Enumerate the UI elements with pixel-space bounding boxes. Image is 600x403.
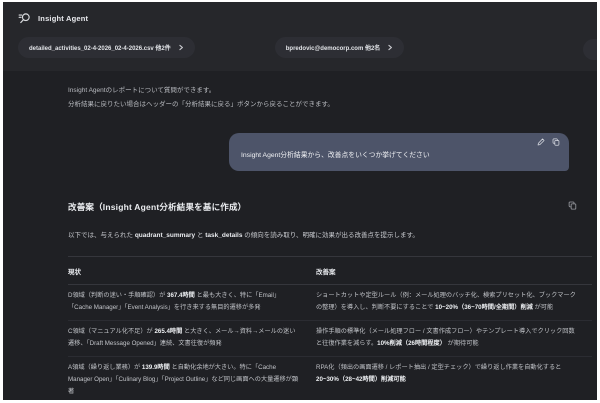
table-header-row: 現状 改善案 (68, 257, 592, 285)
intro-note: Insight Agentのレポートについて質問ができます。 分析結果に戻りたい… (68, 84, 577, 112)
lead-term-1: quadrant_summary (135, 232, 195, 239)
files-pill[interactable]: detailed_activities_02-4-2026_02-4-2026.… (18, 37, 195, 58)
table-cell-proposal: RPA化（頻出の画面遷移 / レポート抽出 / 定型チェック）で繰り返し作業を自… (316, 362, 592, 398)
improvement-table-body: D領域（判断の迷い・手順確認）が 367.4時間 と最も大きく、特に「Email… (68, 285, 592, 400)
user-message-text: Insight Agent分析結果から、改善点をいくつか挙げてください (241, 150, 560, 162)
files-pill-label: detailed_activities_02-4-2026_02-4-2026.… (29, 43, 171, 52)
table-header-proposal: 改善案 (316, 266, 592, 276)
reply-lead: 以下では、与えられた quadrant_summary と task_detai… (68, 230, 577, 241)
chevron-right-icon (178, 44, 184, 51)
context-pills-row: detailed_activities_02-4-2026_02-4-2026.… (18, 37, 597, 58)
table-row: C領域（マニュアル化不足）が 265.4時間 と大きく、メール→資料→メールの迷… (68, 321, 592, 357)
table-row: D領域（判断の迷い・手順確認）が 367.4時間 と最も大きく、特に「Email… (68, 285, 592, 321)
table-cell-current: A領域（繰り返し業務）が 139.9時間 と自動化余地が大きい。特に「Cache… (68, 362, 316, 398)
lead-middle: と (195, 232, 205, 239)
overflow-pill[interactable] (583, 39, 597, 60)
table-header-current: 現状 (68, 266, 316, 276)
copy-icon[interactable] (568, 201, 577, 210)
user-message-actions (537, 138, 560, 146)
table-cell-proposal: 操作手順の標準化（メール処理フロー / 文書作成フロー）やテンプレート導入でクリ… (316, 326, 592, 350)
lead-suffix: の傾向を読み取り、明確に効果が出る改善点を提示します。 (242, 232, 418, 239)
user-message-row: Insight Agent分析結果から、改善点をいくつか挙げてください (68, 133, 569, 171)
table-row: A領域（繰り返し業務）が 139.9時間 と自動化余地が大きい。特に「Cache… (68, 357, 592, 400)
recipients-pill-label: bpredovic@democorp.com 他2名 (286, 43, 381, 52)
app-title: Insight Agent (38, 14, 88, 23)
chat-content: Insight Agentのレポートについて質問ができます。 分析結果に戻りたい… (3, 84, 597, 400)
intro-line-2: 分析結果に戻りたい場合はヘッダーの「分析結果に戻る」ボタンから戻ることができます… (68, 98, 577, 112)
title-row: Insight Agent (18, 12, 597, 25)
improvement-table: 現状 改善案 D領域（判断の迷い・手順確認）が 367.4時間 と最も大きく、特… (68, 257, 592, 400)
lead-prefix: 以下では、与えられた (68, 232, 135, 239)
lead-term-2: task_details (205, 232, 242, 239)
reply-heading-row: 改善案（Insight Agent分析結果を基に作成） (68, 201, 577, 213)
insight-agent-icon (18, 12, 31, 25)
table-cell-current: D領域（判断の迷い・手順確認）が 367.4時間 と最も大きく、特に「Email… (68, 290, 316, 314)
table-cell-proposal: ショートカットや定型ルール（例：メール処理のバッチ化、検索プリセット化、ブックマ… (316, 290, 592, 314)
edit-icon[interactable] (537, 138, 545, 146)
user-message-bubble: Insight Agent分析結果から、改善点をいくつか挙げてください (229, 133, 569, 171)
intro-line-1: Insight Agentのレポートについて質問ができます。 (68, 84, 577, 98)
screenshot-page: Insight Agent detailed_activities_02-4-2… (0, 0, 600, 403)
app-header: Insight Agent detailed_activities_02-4-2… (3, 2, 597, 71)
table-cell-current: C領域（マニュアル化不足）が 265.4時間 と大きく、メール→資料→メールの迷… (68, 326, 316, 350)
copy-icon[interactable] (552, 138, 560, 146)
reply-heading: 改善案（Insight Agent分析結果を基に作成） (68, 201, 246, 213)
recipients-pill[interactable]: bpredovic@democorp.com 他2名 (275, 37, 405, 58)
chevron-right-icon (387, 44, 393, 51)
insight-agent-app: Insight Agent detailed_activities_02-4-2… (3, 2, 597, 400)
